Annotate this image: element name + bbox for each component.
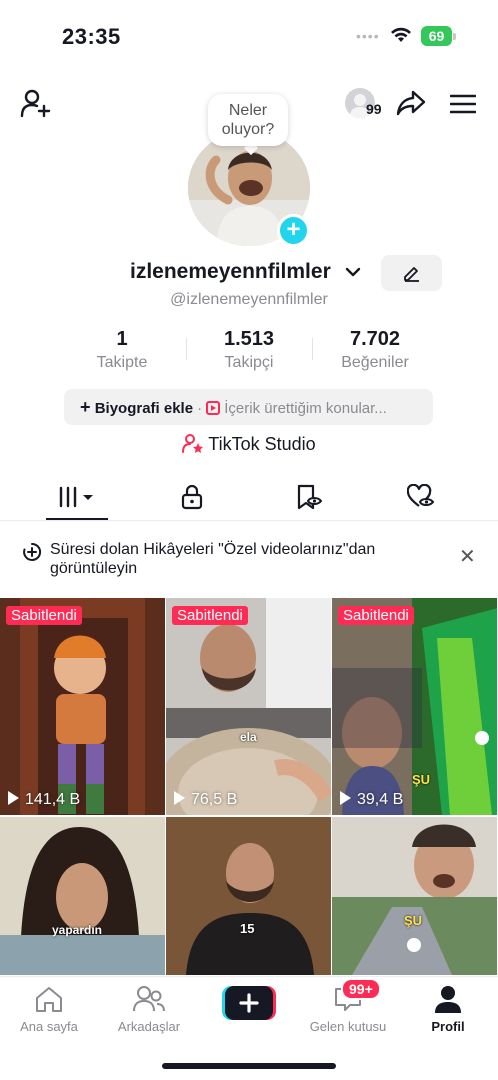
content-topics-icon (206, 401, 221, 415)
bookmark-hidden-icon (297, 484, 323, 510)
play-icon (8, 791, 19, 805)
edit-profile-button[interactable] (381, 255, 442, 291)
video-caption: 15 (240, 921, 255, 936)
nav-home-label: Ana sayfa (20, 1019, 78, 1034)
share-icon[interactable] (396, 90, 426, 116)
tab-liked[interactable] (359, 478, 483, 518)
stat-divider (312, 338, 313, 360)
video-caption: yapardın (52, 923, 103, 937)
stat-following[interactable]: 1 Takipte (62, 328, 182, 372)
view-count: 39,4 B (340, 791, 403, 809)
stat-following-value: 1 (116, 328, 128, 350)
bottom-nav: Ana sayfa Arkadaşlar Gelen kutusu 99+ Pr… (0, 976, 498, 1080)
pencil-icon (404, 267, 419, 282)
video-caption: ela (240, 730, 257, 744)
signal-dots-icon: •••• (356, 28, 380, 44)
nav-friends[interactable]: Arkadaşlar (104, 985, 194, 1034)
tiktok-studio-link[interactable]: TikTok Studio (0, 433, 498, 455)
nav-friends-label: Arkadaşlar (117, 1019, 181, 1034)
heart-hidden-icon (407, 484, 435, 507)
pinned-badge: Sabitlendi (338, 606, 414, 625)
view-count-value: 141,4 B (25, 791, 81, 808)
note-bubble-line-2: oluyor? (221, 121, 275, 138)
tab-favorites[interactable] (247, 478, 371, 518)
add-friend-icon[interactable] (20, 89, 52, 119)
stat-followers[interactable]: 1.513 Takipçi (189, 328, 309, 372)
stat-following-label: Takipte (96, 354, 148, 371)
video-tile[interactable]: yapardın (0, 817, 165, 975)
expired-stories-banner[interactable]: Süresi dolan Hikâyeleri "Özel videoların… (22, 540, 452, 578)
nav-profile-label: Profil (431, 1019, 465, 1034)
video-thumbnail (0, 817, 165, 975)
plus-icon: + (80, 397, 91, 417)
stat-divider (186, 338, 187, 360)
wifi-icon (391, 27, 411, 42)
video-tile[interactable]: Sabitlendi ŞU 39,4 B (332, 598, 497, 815)
menu-icon[interactable] (450, 94, 476, 114)
create-button[interactable] (222, 986, 276, 1020)
video-tile[interactable]: 15 (166, 817, 331, 975)
tab-private[interactable] (129, 478, 253, 518)
play-icon (174, 791, 185, 805)
pinned-badge: Sabitlendi (6, 606, 82, 625)
play-icon (340, 791, 351, 805)
status-time: 23:35 (62, 24, 121, 49)
studio-label: TikTok Studio (208, 434, 316, 454)
note-bubble[interactable]: Neler oluyor? (208, 94, 288, 146)
view-count: 141,4 B (8, 791, 80, 809)
separator-dot: · (197, 400, 203, 417)
battery-indicator: 69 (421, 26, 457, 46)
chevron-down-icon[interactable] (344, 264, 362, 280)
add-bio-button[interactable]: + Biyografi ekle · İçerik ürettiğim konul… (64, 389, 433, 425)
add-bio-label: Biyografi ekle (94, 400, 194, 417)
video-tile[interactable]: ŞU (332, 817, 497, 975)
video-thumbnail (332, 817, 497, 975)
home-indicator (162, 1063, 336, 1069)
video-tile[interactable]: Sabitlendi ela 76,5 B (166, 598, 331, 815)
stat-likes[interactable]: 7.702 Beğeniler (315, 328, 435, 372)
username[interactable]: izlenemeyennfilmler (130, 260, 331, 284)
close-icon[interactable]: ✕ (459, 544, 476, 569)
home-icon (36, 987, 62, 1012)
view-count-value: 39,4 B (357, 791, 404, 808)
tabs-divider (0, 520, 498, 521)
grid-videos-icon (59, 486, 93, 508)
user-handle: @izlenemeyennfilmler (170, 291, 328, 308)
tab-videos[interactable] (15, 478, 139, 518)
note-bubble-line-1: Neler (228, 102, 268, 119)
lock-icon (181, 484, 203, 510)
inbox-badge: 99+ (341, 978, 381, 1000)
view-count: 76,5 B (174, 791, 237, 809)
profile-icon (435, 986, 461, 1013)
video-thumbnail (166, 598, 331, 815)
nav-profile[interactable]: Profil (403, 985, 493, 1034)
pinned-badge: Sabitlendi (172, 606, 248, 625)
video-thumbnail (166, 817, 331, 975)
add-story-plus-icon[interactable]: + (277, 214, 310, 247)
friends-icon (133, 986, 165, 1012)
stat-likes-value: 7.702 (349, 328, 401, 350)
nav-home[interactable]: Ana sayfa (4, 985, 94, 1034)
video-thumbnail (0, 598, 165, 815)
studio-person-icon (182, 434, 204, 453)
battery-level: 69 (421, 26, 452, 46)
stat-followers-label: Takipçi (224, 354, 274, 371)
content-topics-label: İçerik ürettiğim konular... (224, 400, 387, 417)
battery-cap (453, 33, 456, 40)
active-tab-indicator (46, 518, 108, 520)
video-tile[interactable]: Sabitlendi 141,4 B (0, 598, 165, 815)
nav-inbox-label: Gelen kutusu (309, 1019, 387, 1034)
view-count-value: 76,5 B (191, 791, 238, 808)
stat-followers-value: 1.513 (223, 328, 275, 350)
video-caption: ŞU (412, 772, 431, 787)
video-caption: ŞU (404, 913, 423, 928)
stat-likes-label: Beğeniler (341, 354, 409, 371)
profile-viewers-count: 99 (366, 101, 382, 117)
